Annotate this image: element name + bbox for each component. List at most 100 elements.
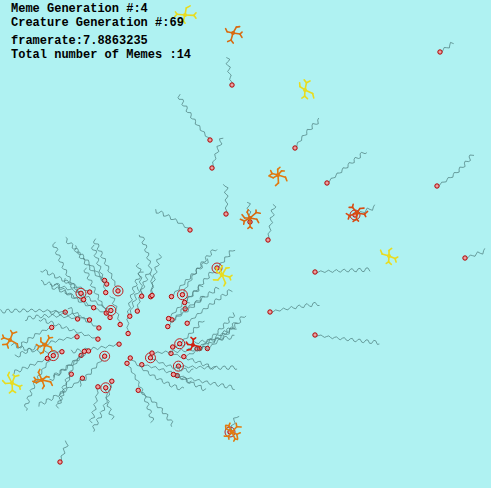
creature-tail — [90, 387, 99, 423]
creature-head — [96, 385, 100, 389]
creature-tail — [41, 280, 81, 293]
meme — [33, 369, 53, 388]
creature-head — [125, 361, 129, 365]
creature-ring — [106, 306, 116, 316]
creature — [58, 349, 87, 403]
creature — [145, 353, 193, 373]
creature-tail — [270, 302, 320, 312]
creature-tail — [437, 155, 474, 186]
creature-tail — [60, 441, 68, 462]
creature-head — [87, 318, 91, 322]
creature-tail — [184, 323, 238, 357]
creature-head — [150, 293, 154, 297]
creature — [11, 343, 64, 354]
creature — [175, 373, 235, 389]
creature-tail — [130, 287, 140, 317]
creature-head — [435, 184, 439, 188]
creature — [171, 372, 206, 391]
creature-head — [104, 386, 108, 390]
creature — [53, 242, 86, 302]
creature-head — [118, 322, 122, 326]
creature — [177, 249, 217, 299]
creature-tail — [174, 375, 207, 391]
creature — [266, 204, 276, 242]
creature-head — [91, 306, 95, 310]
creature — [223, 184, 228, 216]
creature-tail — [151, 254, 162, 297]
creature-tail — [327, 152, 367, 183]
meme — [3, 372, 22, 393]
creature-head — [182, 354, 186, 358]
creature-tail — [178, 94, 210, 140]
creature — [195, 312, 235, 351]
creature — [126, 272, 144, 336]
creature-head — [169, 294, 173, 298]
creature-head — [293, 146, 297, 150]
creature-head — [116, 289, 120, 293]
creature-tail — [127, 272, 144, 333]
creature-head — [86, 349, 90, 353]
creature-head — [185, 321, 189, 325]
creature-head — [171, 345, 175, 349]
creature-tail — [168, 302, 190, 326]
creature-tail — [138, 390, 173, 426]
creature — [125, 361, 154, 423]
meme — [224, 423, 241, 441]
creature-tail — [139, 235, 153, 296]
creature-ring — [175, 339, 185, 349]
creature — [438, 42, 454, 54]
creature — [66, 237, 107, 282]
meme — [269, 167, 287, 185]
meme — [240, 210, 260, 229]
creature-tail — [151, 358, 194, 373]
creature-head — [148, 356, 152, 360]
creature-ring — [177, 290, 187, 300]
creature-tail — [68, 308, 99, 329]
creature-head — [266, 238, 270, 242]
creature — [93, 379, 114, 432]
creature — [226, 58, 234, 88]
creature-tail — [212, 138, 223, 168]
creature-tail — [178, 366, 237, 370]
creature-head — [188, 228, 192, 232]
creature-head — [166, 316, 170, 320]
creature-tail — [207, 316, 246, 349]
creature-head — [109, 308, 113, 312]
creature — [25, 351, 59, 411]
creature — [90, 385, 101, 423]
creature — [54, 283, 108, 315]
creature-head — [210, 166, 214, 170]
creature-head — [58, 460, 62, 464]
creature-ring — [173, 361, 183, 371]
creature-tail — [171, 353, 216, 369]
creature — [268, 302, 320, 314]
creature — [182, 272, 214, 305]
creature-tail — [25, 356, 54, 411]
creature — [128, 287, 140, 319]
meme — [36, 336, 52, 354]
creature-head — [97, 326, 101, 330]
creature — [175, 321, 205, 349]
creature-head — [313, 333, 317, 337]
creature-tail — [156, 209, 190, 230]
creature-head — [136, 388, 140, 392]
creature — [210, 138, 224, 170]
creature-tail — [92, 245, 107, 293]
creature-head — [117, 342, 121, 346]
stats-overlay: Meme Generation #:4Creature Generation #… — [11, 2, 191, 62]
creature — [205, 316, 246, 351]
creature-head — [49, 325, 53, 329]
creature — [84, 268, 112, 320]
creature-head — [171, 372, 175, 376]
creature-tail — [17, 327, 52, 348]
creature — [156, 209, 193, 232]
stats-line: Creature Generation #:69 — [11, 16, 191, 30]
creature — [15, 335, 79, 357]
creature-head — [224, 212, 228, 216]
creature-tail — [217, 250, 235, 268]
creature-tail — [182, 249, 217, 294]
creature-tail — [226, 58, 232, 86]
creature — [166, 302, 190, 328]
creature-head — [88, 290, 92, 294]
creature — [313, 268, 370, 274]
